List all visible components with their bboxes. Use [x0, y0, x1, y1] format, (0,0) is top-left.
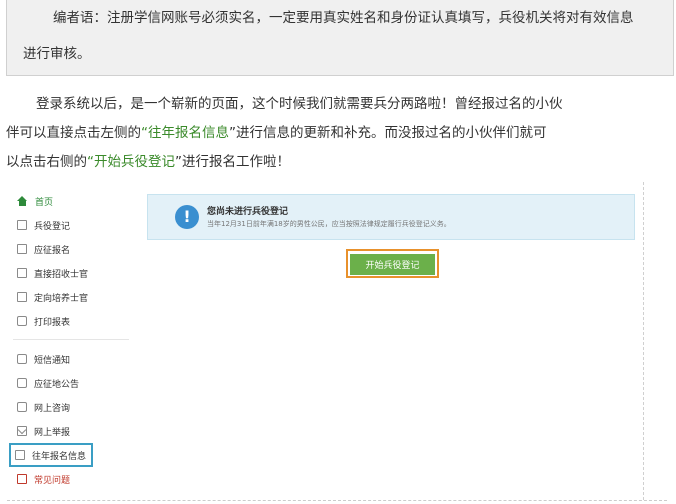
sidebar-divider	[13, 339, 129, 340]
paragraph-line-1: 登录系统以后，是一个崭新的页面，这个时候我们就需要兵分两路啦！曾经报过名的小伙	[36, 96, 563, 112]
paragraph-line-2: 伴可以直接点击左侧的“往年报名信息”进行信息的更新和补充。而没报过名的小伙伴们就…	[6, 119, 674, 148]
exclamation-icon: !	[175, 205, 199, 229]
sidebar-item-label: 网上举报	[34, 427, 71, 438]
sidebar-item-label: 应征报名	[34, 245, 71, 256]
sidebar-item-online-report[interactable]: 网上举报	[7, 419, 131, 443]
sidebar-item-online-consult[interactable]: 网上咨询	[7, 395, 131, 419]
id-card-icon	[17, 268, 27, 278]
document-icon	[17, 220, 27, 230]
editor-note: 编者语：注册学信网账号必须实名，一定要用真实姓名和身份证认真填写，兵役机关将对有…	[6, 0, 674, 76]
highlight-start-registration: “开始兵役登记	[87, 154, 175, 170]
paragraph-text: ”进行信息的更新和补充。而没报过名的小伙伴们就可	[229, 125, 547, 141]
message-icon	[17, 354, 27, 364]
sidebar-item-local-announcement[interactable]: 应征地公告	[7, 371, 131, 395]
editor-note-line-1: 编者语：注册学信网账号必须实名，一定要用真实姓名和身份证认真填写，兵役机关将对有…	[53, 10, 634, 26]
paragraph-text: 伴可以直接点击左侧的	[6, 125, 141, 141]
highlight-previous-info: “往年报名信息	[141, 125, 229, 141]
sidebar-nav: 首页 兵役登记 应征报名 直接招收士官 定向培养士官 打印报表 短信通知 应征地…	[7, 182, 135, 500]
registration-notice: ! 您尚未进行兵役登记 当年12月31日前年满18岁的男性公民，应当按照法律规定…	[147, 194, 635, 240]
notice-description: 当年12月31日前年满18岁的男性公民，应当按照法律规定履行兵役登记义务。	[207, 220, 451, 228]
sidebar-item-label: 直接招收士官	[34, 269, 89, 280]
sidebar-item-direct-nco[interactable]: 直接招收士官	[7, 261, 131, 285]
notice-title: 您尚未进行兵役登记	[207, 207, 289, 217]
id-card-icon	[17, 292, 27, 302]
sidebar-item-military-registration[interactable]: 兵役登记	[7, 213, 131, 237]
home-icon	[17, 196, 28, 206]
sidebar-item-faq[interactable]: 常见问题	[7, 467, 131, 491]
system-screenshot: 首页 兵役登记 应征报名 直接招收士官 定向培养士官 打印报表 短信通知 应征地…	[7, 182, 667, 501]
sidebar-item-label: 往年报名信息	[32, 451, 87, 462]
sidebar-item-sms-notice[interactable]: 短信通知	[7, 347, 131, 371]
sidebar-item-label: 常见问题	[34, 475, 71, 486]
sidebar-item-label: 定向培养士官	[34, 293, 89, 304]
message-icon	[17, 402, 27, 412]
sidebar-item-print-report[interactable]: 打印报表	[7, 309, 131, 333]
sidebar-item-label: 打印报表	[34, 317, 71, 328]
sidebar-item-label: 首页	[35, 197, 54, 208]
sidebar-item-directed-nco[interactable]: 定向培养士官	[7, 285, 131, 309]
start-button-highlight: 开始兵役登记	[346, 249, 439, 278]
paragraph-text: 以点击右侧的	[6, 154, 87, 170]
paragraph-text: ”进行报名工作啦！	[175, 154, 290, 170]
sidebar-item-home[interactable]: 首页	[7, 189, 131, 213]
sidebar-item-label: 短信通知	[34, 355, 71, 366]
sidebar-item-enlistment-signup[interactable]: 应征报名	[7, 237, 131, 261]
sidebar-item-label: 应征地公告	[34, 379, 80, 390]
sidebar-item-label: 兵役登记	[34, 221, 71, 232]
editor-note-line-2: 进行审核。	[23, 46, 91, 62]
paragraph-line-3: 以点击右侧的“开始兵役登记”进行报名工作啦！	[6, 148, 674, 177]
message-icon	[17, 378, 27, 388]
screenshot-edge	[643, 182, 644, 500]
question-icon	[17, 474, 27, 484]
mail-icon	[17, 426, 27, 436]
sidebar-item-label: 网上咨询	[34, 403, 71, 414]
start-registration-button[interactable]: 开始兵役登记	[350, 254, 435, 275]
form-icon	[17, 244, 27, 254]
sidebar-item-previous-info[interactable]: 往年报名信息	[9, 443, 93, 467]
history-icon	[15, 450, 25, 460]
printer-icon	[17, 316, 27, 326]
article-paragraph: 登录系统以后，是一个崭新的页面，这个时候我们就需要兵分两路啦！曾经报过名的小伙 …	[6, 90, 674, 177]
